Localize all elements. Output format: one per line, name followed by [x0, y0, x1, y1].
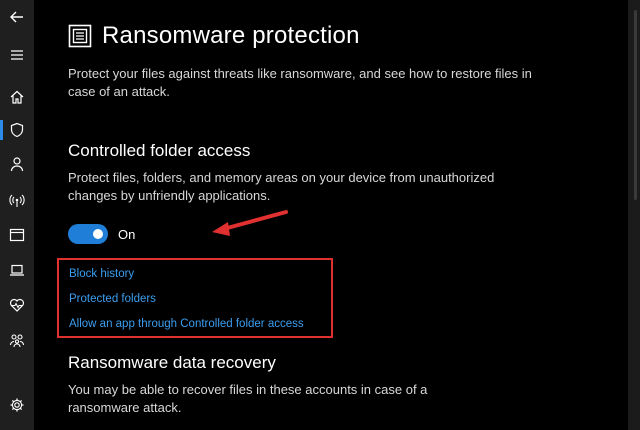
links-highlight-box: Block history Protected folders Allow an… — [57, 258, 333, 338]
back-button[interactable] — [0, 0, 34, 34]
gear-icon — [10, 398, 24, 412]
controlled-folder-access-toggle-row: On — [68, 224, 135, 244]
person-icon — [10, 157, 24, 172]
main-content: Ransomware protection Protect your files… — [57, 0, 640, 430]
vertical-scrollbar[interactable] — [628, 0, 640, 430]
wireless-icon — [9, 194, 25, 207]
page-header: Ransomware protection — [68, 22, 360, 50]
controlled-folder-access-heading: Controlled folder access — [68, 141, 251, 160]
sidebar-item-app-browser[interactable] — [0, 218, 34, 252]
sidebar-item-settings[interactable] — [0, 388, 34, 422]
controlled-folder-access-toggle[interactable] — [68, 224, 108, 244]
sidebar-item-family-options[interactable] — [0, 323, 34, 357]
family-icon — [9, 334, 25, 348]
back-arrow-icon — [10, 11, 23, 23]
ransomware-recovery-heading: Ransomware data recovery — [68, 353, 276, 372]
menu-button[interactable] — [0, 38, 34, 72]
toggle-knob — [93, 229, 103, 239]
sidebar-item-virus-protection[interactable] — [0, 113, 34, 147]
allow-app-link[interactable]: Allow an app through Controlled folder a… — [69, 318, 304, 330]
shield-icon — [10, 122, 24, 138]
scrollbar-thumb[interactable] — [634, 10, 637, 200]
sidebar-item-device-security[interactable] — [0, 253, 34, 287]
sidebar-item-device-health[interactable] — [0, 288, 34, 322]
ransomware-recovery-description: You may be able to recover files in thes… — [68, 382, 428, 415]
toggle-state-label: On — [118, 226, 136, 242]
page-title: Ransomware protection — [102, 22, 360, 49]
browser-window-icon — [9, 228, 25, 242]
block-history-link[interactable]: Block history — [69, 268, 134, 280]
hamburger-menu-icon — [11, 50, 23, 60]
ransomware-protection-icon — [68, 24, 92, 48]
protected-folders-link[interactable]: Protected folders — [69, 293, 156, 305]
sidebar-item-firewall[interactable] — [0, 183, 34, 217]
sidebar-item-home[interactable] — [0, 80, 34, 114]
sidebar-item-account[interactable] — [0, 147, 34, 181]
heart-icon — [9, 298, 25, 312]
annotation-arrow — [212, 210, 288, 236]
home-icon — [10, 90, 24, 104]
navigation-rail — [0, 0, 34, 430]
laptop-icon — [10, 264, 24, 276]
page-intro: Protect your files against threats like … — [68, 66, 532, 99]
